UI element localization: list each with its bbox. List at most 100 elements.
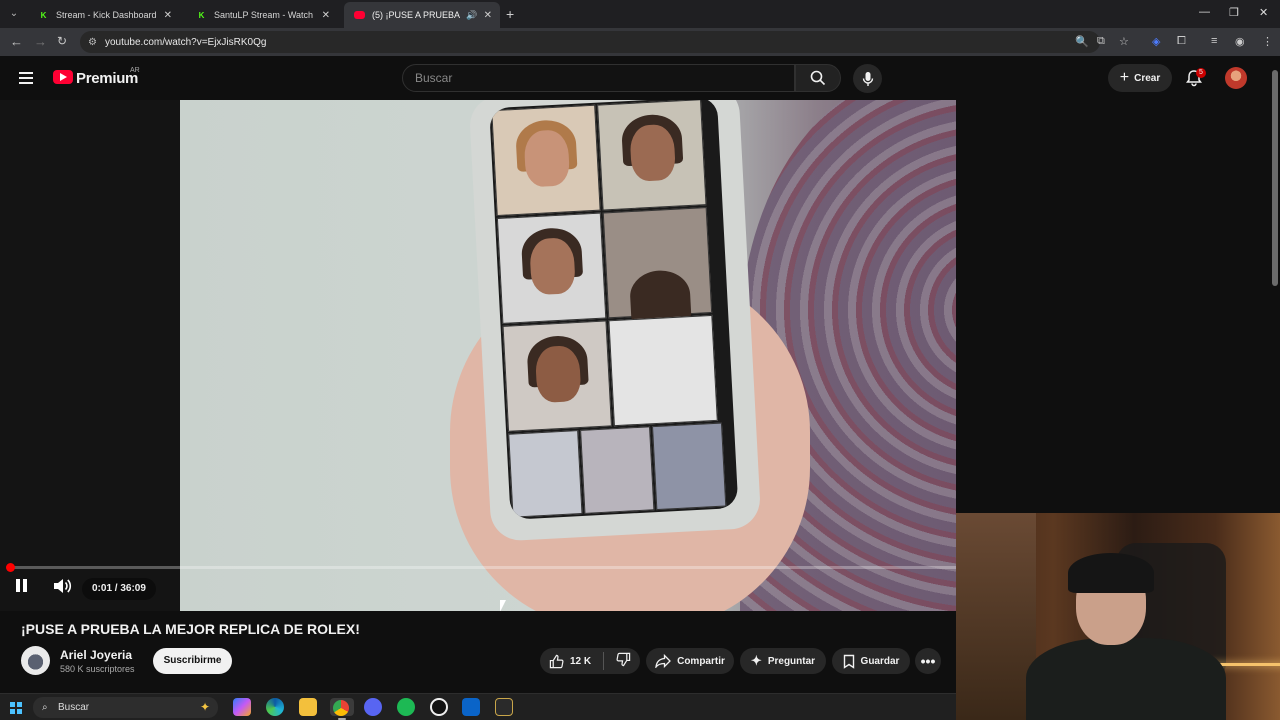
video-call-tile <box>602 207 713 323</box>
subscribe-button[interactable]: Suscribirme <box>153 648 232 674</box>
windows-taskbar: ⌕ Buscar ✦ <box>0 693 956 720</box>
save-button[interactable]: Guardar <box>832 648 910 674</box>
tab-title: Stream - Kick Dashboard <box>56 10 157 20</box>
site-info-icon[interactable]: ⚙ <box>88 37 97 48</box>
restore-icon[interactable]: ❐ <box>1229 6 1239 19</box>
like-count: 12 K <box>569 655 592 667</box>
kick-icon: K <box>40 10 47 20</box>
outlook-icon[interactable] <box>462 698 480 716</box>
file-explorer-icon[interactable] <box>299 698 317 716</box>
search-input[interactable]: Buscar <box>402 64 795 92</box>
edge-icon[interactable] <box>266 698 284 716</box>
zoom-icon[interactable]: 🔍 <box>1075 35 1089 48</box>
taskbar-search-label: Buscar <box>58 702 90 713</box>
back-icon[interactable]: ← <box>10 34 23 49</box>
pause-icon <box>16 578 20 592</box>
minimize-icon[interactable]: — <box>1199 6 1210 18</box>
windows-start-icon[interactable] <box>10 702 22 714</box>
spotify-icon[interactable] <box>397 698 415 716</box>
tab-title: (5) ¡PUSE A PRUEBA LA ME <box>372 10 462 20</box>
copilot-icon[interactable] <box>233 698 251 716</box>
new-tab-icon[interactable]: + <box>506 6 514 22</box>
video-call-tile <box>652 422 727 511</box>
divider <box>603 652 605 670</box>
video-title: ¡PUSE A PRUEBA LA MEJOR REPLICA DE ROLEX… <box>21 621 360 637</box>
league-of-legends-icon[interactable] <box>495 698 513 716</box>
share-button[interactable]: Compartir <box>646 648 734 674</box>
search-button[interactable] <box>795 64 841 92</box>
tab-title: SantuLP Stream - Watch Live o <box>214 10 316 20</box>
obs-icon[interactable] <box>430 698 448 716</box>
audio-playing-icon[interactable]: 🔊 <box>466 10 477 21</box>
search-icon <box>810 70 826 86</box>
channel-avatar[interactable] <box>21 646 50 675</box>
browser-menu-icon[interactable]: ⋮ <box>1262 35 1273 48</box>
youtube-brand[interactable]: Premium <box>76 70 138 87</box>
create-label: Crear <box>1134 72 1161 84</box>
channel-name[interactable]: Ariel Joyeria <box>60 648 132 662</box>
extension-icon[interactable]: ◈ <box>1152 35 1160 48</box>
video-call-tile <box>496 212 607 324</box>
pause-button[interactable] <box>16 578 30 592</box>
dislike-button[interactable] <box>616 652 631 670</box>
create-button[interactable]: + Crear <box>1108 64 1172 92</box>
chrome-taskbar-button[interactable] <box>330 698 354 716</box>
url-text: youtube.com/watch?v=EjxJisRK0Qg <box>104 36 267 48</box>
plus-icon: + <box>1119 69 1130 86</box>
video-scene-phone <box>468 100 762 542</box>
video-call-tile <box>597 100 707 211</box>
video-call-tile <box>608 314 718 427</box>
video-progress-bar[interactable] <box>6 563 956 572</box>
bookmark-star-icon[interactable]: ☆ <box>1119 35 1129 48</box>
share-icon <box>655 654 672 668</box>
video-player[interactable]: 0:01 / 36:09 <box>0 100 956 611</box>
bookmark-icon <box>843 654 854 669</box>
media-control-icon[interactable]: ≡ <box>1211 35 1217 47</box>
close-tab-icon[interactable]: ✕ <box>164 10 172 21</box>
close-window-icon[interactable]: ✕ <box>1259 6 1268 19</box>
tab-youtube-video[interactable]: (5) ¡PUSE A PRUEBA LA ME 🔊 ✕ <box>344 2 500 28</box>
kick-icon: K <box>198 10 205 20</box>
taskbar-search-field[interactable]: ⌕ Buscar ✦ <box>33 697 218 718</box>
browser-tab-bar: ⌄ K Stream - Kick Dashboard ✕ K SantuLP … <box>0 0 1280 28</box>
thumbs-up-icon <box>549 654 564 668</box>
scrubber-handle[interactable] <box>6 563 16 572</box>
subscriber-count: 580 K suscriptores <box>60 664 135 674</box>
youtube-header: Premium AR Buscar + Crear 5 <box>0 56 1270 100</box>
extensions-puzzle-icon[interactable]: ⧠ <box>1177 35 1186 48</box>
close-tab-icon[interactable]: ✕ <box>322 10 330 21</box>
tab-kick-dashboard[interactable]: K Stream - Kick Dashboard ✕ <box>28 2 180 28</box>
video-call-tile <box>580 426 655 514</box>
youtube-icon <box>354 11 365 19</box>
thumbs-down-icon <box>616 652 631 667</box>
more-icon: ••• <box>920 653 936 669</box>
scrollbar-thumb[interactable] <box>1272 70 1278 286</box>
video-frame <box>180 100 956 611</box>
close-tab-icon[interactable]: ✕ <box>484 10 492 21</box>
video-call-tile <box>502 320 612 432</box>
time-display: 0:01 / 36:09 <box>82 578 156 600</box>
discord-icon[interactable] <box>364 698 382 716</box>
url-field[interactable]: ⚙ youtube.com/watch?v=EjxJisRK0Qg <box>80 31 1100 53</box>
reload-icon[interactable]: ↻ <box>57 34 67 48</box>
microphone-icon <box>862 71 873 86</box>
ask-button[interactable]: ✦ Preguntar <box>740 648 826 674</box>
share-label: Compartir <box>677 655 725 667</box>
cast-icon[interactable]: ⧉ <box>1097 35 1105 48</box>
tab-santulp-stream[interactable]: K SantuLP Stream - Watch Live o ✕ <box>186 2 338 28</box>
sparkle-icon: ✦ <box>750 653 762 668</box>
forward-icon[interactable]: → <box>34 34 47 49</box>
more-actions-button[interactable]: ••• <box>915 648 941 674</box>
account-avatar[interactable] <box>1225 67 1247 89</box>
voice-search-button[interactable] <box>853 64 882 93</box>
youtube-logo-icon[interactable] <box>53 70 73 84</box>
profile-icon[interactable]: ◉ <box>1235 35 1245 48</box>
phone-screen <box>489 100 739 520</box>
volume-button[interactable] <box>52 578 72 594</box>
tab-search-menu-icon[interactable]: ⌄ <box>4 4 24 24</box>
search-icon: ⌕ <box>42 702 48 713</box>
hamburger-menu-icon[interactable] <box>19 72 33 84</box>
country-code: AR <box>130 67 140 74</box>
like-button[interactable]: 12 K <box>549 654 591 669</box>
pause-icon <box>23 578 27 592</box>
